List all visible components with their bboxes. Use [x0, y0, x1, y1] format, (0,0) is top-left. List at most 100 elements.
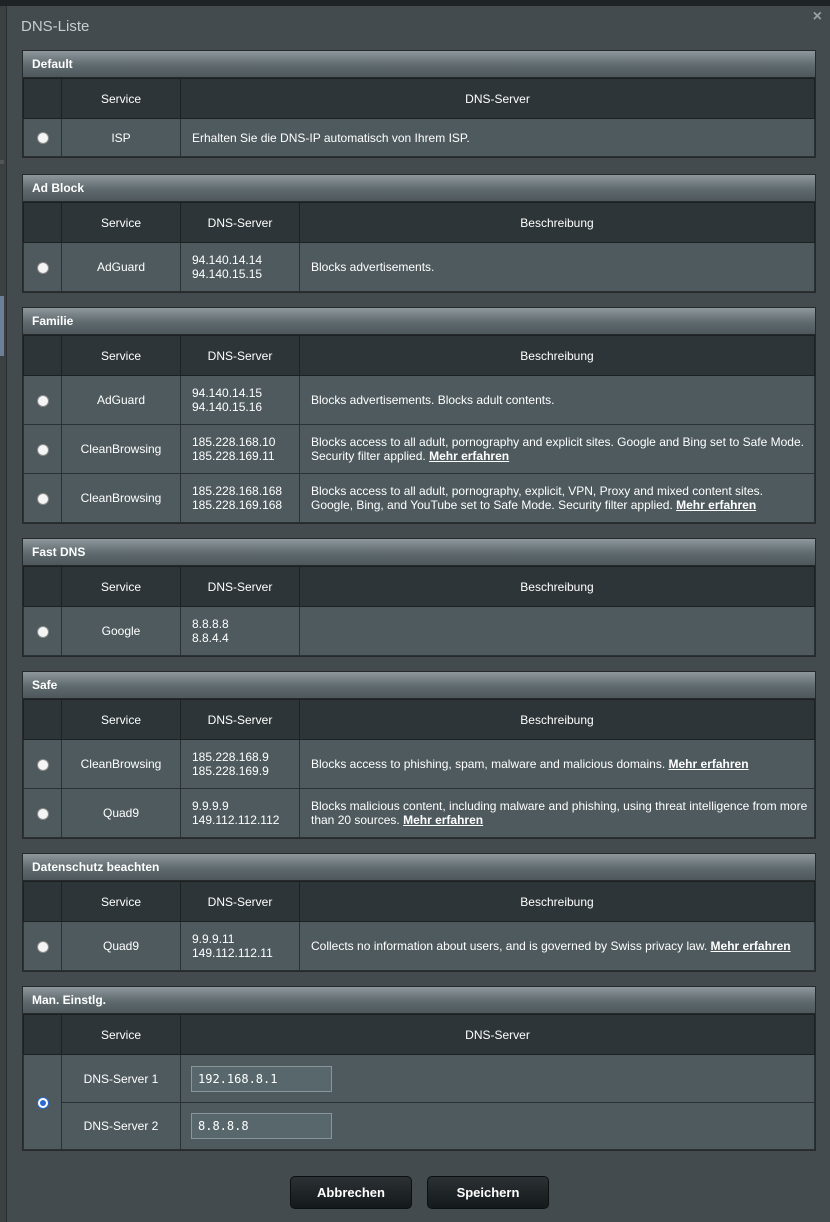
- section-title: Fast DNS: [23, 539, 815, 566]
- dns-ip-primary: 9.9.9.11: [192, 932, 235, 946]
- table-row: Quad9 9.9.9.9 149.112.112.112 Blocks mali…: [23, 788, 815, 838]
- learn-more-link[interactable]: Mehr erfahren: [676, 498, 756, 512]
- dns-ip-secondary: 8.8.4.4: [192, 631, 229, 645]
- radio-quad9-privacy[interactable]: [36, 940, 49, 953]
- table-row: CleanBrowsing 185.228.168.10 185.228.169.…: [23, 424, 815, 474]
- radio-quad9-safe[interactable]: [36, 807, 49, 820]
- section-title: Safe: [23, 672, 815, 699]
- table-row: DNS-Server 2: [24, 1102, 815, 1150]
- column-header-service: Service: [61, 881, 181, 922]
- column-header-dns-server: DNS-Server: [180, 1014, 815, 1055]
- header-blank: [23, 1014, 62, 1055]
- column-header-dns-server: DNS-Server: [180, 699, 300, 740]
- learn-more-link[interactable]: Mehr erfahren: [403, 813, 483, 827]
- save-button[interactable]: Speichern: [427, 1176, 549, 1209]
- radio-google[interactable]: [36, 625, 49, 638]
- service-name: CleanBrowsing: [61, 424, 181, 474]
- dns-server-2-cell: [180, 1102, 815, 1150]
- column-header-description: Beschreibung: [299, 335, 815, 376]
- service-name: AdGuard: [61, 375, 181, 425]
- dns-ip-primary: 8.8.8.8: [192, 617, 229, 631]
- radio-manual[interactable]: [36, 1096, 49, 1109]
- section-fast-dns: Fast DNS Service DNS-Server Beschreibung…: [22, 538, 816, 657]
- radio-cell: [23, 1054, 62, 1150]
- radio-adguard-family[interactable]: [36, 394, 49, 407]
- dns-ip-list: 94.140.14.14 94.140.15.15: [180, 242, 300, 292]
- dns-ip-list: 185.228.168.9 185.228.169.9: [180, 739, 300, 789]
- dns-server-1-label: DNS-Server 1: [61, 1054, 181, 1103]
- column-header-service: Service: [61, 566, 181, 607]
- radio-cleanbrowsing-family[interactable]: [36, 443, 49, 456]
- dns-server-1-input[interactable]: [191, 1065, 332, 1092]
- table-row: Quad9 9.9.9.11 149.112.112.11 Collects no…: [23, 921, 815, 971]
- section-title: Familie: [23, 308, 815, 335]
- column-header-dns-server: DNS-Server: [180, 78, 815, 119]
- radio-cleanbrowsing-adult[interactable]: [36, 492, 49, 505]
- radio-cell: [23, 788, 62, 838]
- dns-ip-secondary: 94.140.15.15: [192, 267, 263, 281]
- radio-cleanbrowsing-safe[interactable]: [36, 758, 49, 771]
- section-default: Default Service DNS-Server ISP Erhalten …: [22, 50, 816, 158]
- description-cell: Blocks access to phishing, spam, malware…: [299, 739, 815, 789]
- column-header-dns-server: DNS-Server: [180, 335, 300, 376]
- dns-ip-primary: 185.228.168.9: [192, 750, 269, 764]
- dns-ip-primary: 9.9.9.9: [192, 799, 229, 813]
- radio-adguard-adblock[interactable]: [36, 261, 49, 274]
- header-blank: [23, 202, 62, 243]
- column-header-service: Service: [61, 202, 181, 243]
- background-peek: [0, 160, 4, 164]
- service-name: Google: [61, 606, 181, 656]
- header-blank: [23, 335, 62, 376]
- section-title: Ad Block: [23, 175, 815, 202]
- header-blank: [23, 566, 62, 607]
- radio-cell: [23, 606, 62, 656]
- learn-more-link[interactable]: Mehr erfahren: [429, 449, 509, 463]
- column-header-dns-server: DNS-Server: [180, 566, 300, 607]
- service-name: CleanBrowsing: [61, 739, 181, 789]
- radio-cell: [23, 118, 62, 157]
- section-title: Man. Einstlg.: [23, 987, 815, 1014]
- dns-ip-list: 94.140.14.15 94.140.15.16: [180, 375, 300, 425]
- description-cell: Blocks access to all adult, pornography …: [299, 424, 815, 474]
- radio-cell: [23, 242, 62, 292]
- description: [299, 606, 815, 656]
- dns-server-2-input[interactable]: [191, 1113, 332, 1139]
- background-peek: [0, 296, 4, 356]
- dns-ip-secondary: 185.228.169.11: [192, 449, 275, 463]
- section-safe: Safe Service DNS-Server Beschreibung Cle…: [22, 671, 816, 839]
- dns-ip-secondary: 149.112.112.11: [192, 946, 273, 960]
- description-cell: Collects no information about users, and…: [299, 921, 815, 971]
- column-header-service: Service: [61, 335, 181, 376]
- close-icon[interactable]: ×: [813, 8, 822, 26]
- header-blank: [23, 881, 62, 922]
- radio-cell: [23, 473, 62, 523]
- description: Erhalten Sie die DNS-IP automatisch von …: [180, 118, 815, 157]
- dns-ip-list: 185.228.168.10 185.228.169.11: [180, 424, 300, 474]
- section-title: Default: [23, 51, 815, 78]
- section-manual: Man. Einstlg. Service DNS-Server DNS-Ser…: [22, 986, 816, 1151]
- learn-more-link[interactable]: Mehr erfahren: [669, 757, 749, 771]
- description: Collects no information about users, and…: [311, 939, 708, 953]
- dns-ip-list: 8.8.8.8 8.8.4.4: [180, 606, 300, 656]
- table-row: AdGuard 94.140.14.14 94.140.15.15 Blocks …: [23, 242, 815, 292]
- dns-ip-secondary: 185.228.169.9: [192, 764, 269, 778]
- dns-ip-secondary: 149.112.112.112: [192, 813, 280, 827]
- dns-server-1-cell: [180, 1054, 815, 1103]
- description: Blocks advertisements.: [299, 242, 815, 292]
- dns-ip-primary: 94.140.14.14: [192, 253, 263, 267]
- radio-cell: [23, 921, 62, 971]
- header-blank: [23, 78, 62, 119]
- column-header-service: Service: [61, 699, 181, 740]
- learn-more-link[interactable]: Mehr erfahren: [711, 939, 791, 953]
- column-header-dns-server: DNS-Server: [180, 881, 300, 922]
- service-name: ISP: [61, 118, 181, 157]
- description-cell: Blocks malicious content, including malw…: [299, 788, 815, 838]
- radio-isp[interactable]: [36, 132, 49, 145]
- dns-ip-primary: 94.140.14.15: [192, 386, 263, 400]
- section-familie: Familie Service DNS-Server Beschreibung …: [22, 307, 816, 524]
- cancel-button[interactable]: Abbrechen: [290, 1176, 412, 1209]
- service-name: Quad9: [61, 788, 181, 838]
- table-row: AdGuard 94.140.14.15 94.140.15.16 Blocks …: [23, 375, 815, 425]
- table-row: Google 8.8.8.8 8.8.4.4: [23, 606, 815, 656]
- column-header-service: Service: [61, 1014, 181, 1055]
